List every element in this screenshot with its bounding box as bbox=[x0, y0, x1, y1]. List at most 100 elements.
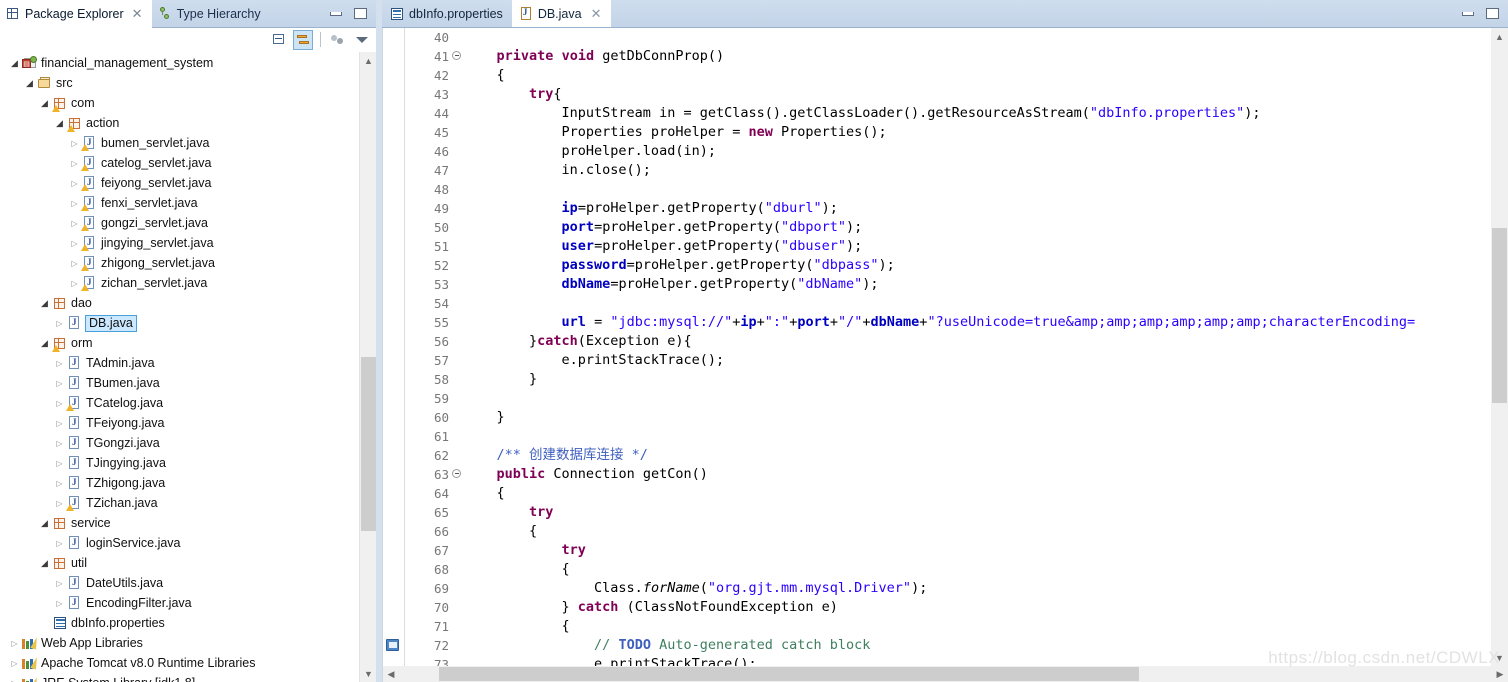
code-line[interactable]: 62 /** 创建数据库连接 */ bbox=[383, 446, 1491, 465]
expand-arrow-closed-icon[interactable] bbox=[53, 319, 66, 328]
editor-marker-ruler[interactable] bbox=[383, 237, 405, 256]
editor-marker-ruler[interactable] bbox=[383, 180, 405, 199]
code-line[interactable]: 72 // TODO Auto-generated catch block bbox=[383, 636, 1491, 655]
scroll-right-icon[interactable]: ▶ bbox=[1492, 666, 1508, 682]
editor-marker-ruler[interactable] bbox=[383, 655, 405, 666]
editor-marker-ruler[interactable] bbox=[383, 598, 405, 617]
code-line[interactable]: 56 }catch(Exception e){ bbox=[383, 332, 1491, 351]
editor-marker-ruler[interactable] bbox=[383, 85, 405, 104]
editor-marker-ruler[interactable] bbox=[383, 332, 405, 351]
editor-marker-ruler[interactable] bbox=[383, 617, 405, 636]
editor-marker-ruler[interactable] bbox=[383, 636, 405, 655]
editor-marker-ruler[interactable] bbox=[383, 199, 405, 218]
code-line[interactable]: 63 public Connection getCon() bbox=[383, 465, 1491, 484]
code-line[interactable]: 69 Class.forName("org.gjt.mm.mysql.Drive… bbox=[383, 579, 1491, 598]
code-line[interactable]: 48 bbox=[383, 180, 1491, 199]
expand-arrow-open-icon[interactable] bbox=[53, 118, 66, 129]
code-line[interactable]: 67 try bbox=[383, 541, 1491, 560]
tree-item[interactable]: fenxi_servlet.java bbox=[0, 193, 358, 213]
code-line[interactable]: 61 bbox=[383, 427, 1491, 446]
minimize-icon[interactable] bbox=[330, 11, 342, 16]
editor-marker-ruler[interactable] bbox=[383, 370, 405, 389]
editor-marker-ruler[interactable] bbox=[383, 275, 405, 294]
expand-arrow-closed-icon[interactable] bbox=[68, 259, 81, 268]
editor-marker-ruler[interactable] bbox=[383, 256, 405, 275]
focus-on-active-task-button[interactable] bbox=[328, 30, 348, 50]
scroll-left-icon[interactable]: ◀ bbox=[383, 666, 399, 682]
expand-arrow-closed-icon[interactable] bbox=[53, 399, 66, 408]
code-line[interactable]: 47 in.close(); bbox=[383, 161, 1491, 180]
code-line[interactable]: 50 port=proHelper.getProperty("dbport"); bbox=[383, 218, 1491, 237]
tree-item[interactable]: TZichan.java bbox=[0, 493, 358, 513]
close-icon[interactable]: ✕ bbox=[132, 7, 143, 20]
tree-item[interactable]: TJingying.java bbox=[0, 453, 358, 473]
tree-item[interactable]: action bbox=[0, 113, 358, 133]
tree-item[interactable]: TCatelog.java bbox=[0, 393, 358, 413]
tree-item[interactable]: JRE System Library [jdk1.8] bbox=[0, 673, 358, 682]
maximize-icon[interactable] bbox=[1486, 8, 1499, 19]
link-with-editor-button[interactable] bbox=[293, 29, 313, 50]
code-vertical-scrollbar[interactable]: ▲ ▼ bbox=[1491, 28, 1508, 666]
code-line[interactable]: 70 } catch (ClassNotFoundException e) bbox=[383, 598, 1491, 617]
tree-item[interactable]: loginService.java bbox=[0, 533, 358, 553]
editor-marker-ruler[interactable] bbox=[383, 579, 405, 598]
tab-package-explorer[interactable]: Package Explorer ✕ bbox=[0, 0, 152, 28]
expand-arrow-open-icon[interactable] bbox=[38, 98, 51, 109]
code-line[interactable]: 54 bbox=[383, 294, 1491, 313]
editor-marker-ruler[interactable] bbox=[383, 142, 405, 161]
editor-marker-ruler[interactable] bbox=[383, 389, 405, 408]
sidebar-scroll-thumb[interactable] bbox=[361, 357, 376, 531]
code-line[interactable]: 40 bbox=[383, 28, 1491, 47]
code-line[interactable]: 60 } bbox=[383, 408, 1491, 427]
expand-arrow-closed-icon[interactable] bbox=[53, 479, 66, 488]
tree-item[interactable]: service bbox=[0, 513, 358, 533]
tree-item[interactable]: zichan_servlet.java bbox=[0, 273, 358, 293]
tree-item[interactable]: orm bbox=[0, 333, 358, 353]
expand-arrow-closed-icon[interactable] bbox=[53, 579, 66, 588]
code-line[interactable]: 46 proHelper.load(in); bbox=[383, 142, 1491, 161]
tree-item[interactable]: gongzi_servlet.java bbox=[0, 213, 358, 233]
scroll-down-icon[interactable]: ▼ bbox=[360, 665, 376, 682]
package-explorer-tree[interactable]: ▤financial_management_systemsrc com action… bbox=[0, 52, 358, 682]
expand-arrow-closed-icon[interactable] bbox=[53, 359, 66, 368]
editor-marker-ruler[interactable] bbox=[383, 465, 405, 484]
editor-marker-ruler[interactable] bbox=[383, 560, 405, 579]
code-editor[interactable]: 40 41 private void getDbConnProp() 42 {43 … bbox=[382, 28, 1508, 682]
editor-marker-ruler[interactable] bbox=[383, 351, 405, 370]
code-line[interactable]: 55 url = "jdbc:mysql://"+ip+":"+port+"/"… bbox=[383, 313, 1491, 332]
expand-arrow-closed-icon[interactable] bbox=[53, 379, 66, 388]
expand-arrow-closed-icon[interactable] bbox=[53, 459, 66, 468]
expand-arrow-open-icon[interactable] bbox=[8, 58, 21, 69]
tree-item[interactable]: feiyong_servlet.java bbox=[0, 173, 358, 193]
tree-item[interactable]: bumen_servlet.java bbox=[0, 133, 358, 153]
code-line[interactable]: 57 e.printStackTrace(); bbox=[383, 351, 1491, 370]
expand-arrow-closed-icon[interactable] bbox=[68, 159, 81, 168]
tree-item[interactable]: ▤financial_management_system bbox=[0, 53, 358, 73]
tree-item[interactable]: src bbox=[0, 73, 358, 93]
tree-item[interactable]: Apache Tomcat v8.0 Runtime Libraries bbox=[0, 653, 358, 673]
sidebar-vertical-scrollbar[interactable]: ▲ ▼ bbox=[359, 52, 376, 682]
tree-item[interactable]: jingying_servlet.java bbox=[0, 233, 358, 253]
fold-collapse-icon[interactable] bbox=[452, 469, 461, 478]
code-line[interactable]: 65 try bbox=[383, 503, 1491, 522]
code-line[interactable]: 64 { bbox=[383, 484, 1491, 503]
expand-arrow-closed-icon[interactable] bbox=[8, 639, 21, 648]
code-line[interactable]: 44 InputStream in = getClass().getClassL… bbox=[383, 104, 1491, 123]
collapse-all-button[interactable] bbox=[269, 30, 289, 50]
tree-item[interactable]: TBumen.java bbox=[0, 373, 358, 393]
tree-item[interactable]: TZhigong.java bbox=[0, 473, 358, 493]
tree-item[interactable]: EncodingFilter.java bbox=[0, 593, 358, 613]
tree-item[interactable]: Web App Libraries bbox=[0, 633, 358, 653]
tree-item[interactable]: com bbox=[0, 93, 358, 113]
editor-marker-ruler[interactable] bbox=[383, 427, 405, 446]
editor-marker-ruler[interactable] bbox=[383, 161, 405, 180]
editor-marker-ruler[interactable] bbox=[383, 294, 405, 313]
code-line[interactable]: 45 Properties proHelper = new Properties… bbox=[383, 123, 1491, 142]
close-icon[interactable]: ✕ bbox=[591, 6, 602, 22]
editor-marker-ruler[interactable] bbox=[383, 104, 405, 123]
editor-marker-ruler[interactable] bbox=[383, 503, 405, 522]
scroll-down-icon[interactable]: ▼ bbox=[1491, 649, 1508, 666]
code-hscroll-thumb[interactable] bbox=[439, 667, 1139, 681]
tree-item[interactable]: util bbox=[0, 553, 358, 573]
tree-item[interactable]: catelog_servlet.java bbox=[0, 153, 358, 173]
